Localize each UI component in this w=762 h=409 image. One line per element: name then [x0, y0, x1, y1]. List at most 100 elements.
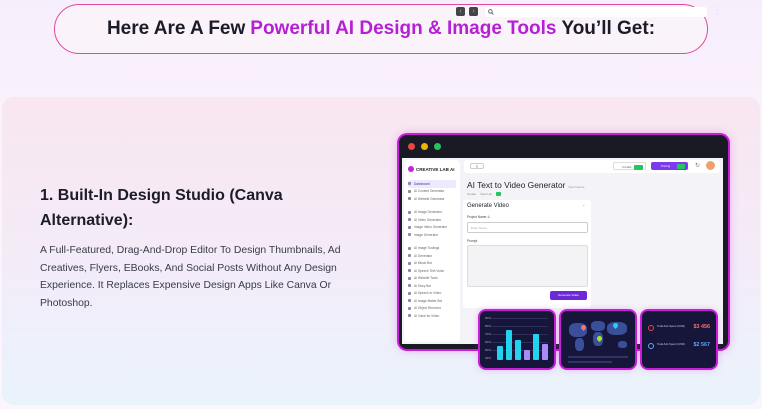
sidebar-item-label: AI Voice for Video [414, 313, 440, 318]
grid-line [492, 318, 548, 319]
sidebar-item: Dashboard [408, 180, 456, 188]
map-card [561, 311, 635, 368]
sidebar-item-label: AI Music Bot [414, 261, 432, 266]
headline-accent: Powerful AI Design & Image Tools [250, 18, 557, 39]
sidebar-item-label: AI Website Generator [414, 196, 445, 201]
map-legend [568, 356, 628, 358]
stat-row: Total Ads Spent (USD) $2 567 [648, 340, 710, 354]
sidebar-item-icon [408, 306, 411, 310]
sidebar-item: AI Story Bot [408, 282, 456, 290]
sidebar-item-icon [408, 276, 411, 280]
pricing-button: Pricing [651, 162, 688, 170]
stats-card: Total Ads Spent (USD) $3 456 Total Ads S… [642, 311, 716, 368]
chart-bar [542, 344, 548, 360]
url-bar [485, 7, 707, 17]
sidebar-item: AI Music Bot [408, 260, 456, 268]
sidebar-item-icon [408, 189, 411, 193]
project-name-input: Enter Name [467, 222, 588, 233]
sidebar-item-label: AI Image Generator [414, 210, 442, 215]
sidebar-item-label: AI Speech Text Voice [414, 268, 445, 273]
maximize-dot-icon [434, 143, 441, 150]
sidebar-item-icon [408, 314, 411, 318]
sidebar-item-label: AI Object Remover [414, 306, 441, 311]
sidebar-list: Dashboard AI Content Generator AI Website … [408, 180, 456, 320]
page-title-note: New feature [568, 185, 585, 189]
stat-value: $3 456 [693, 324, 711, 330]
sidebar-item-icon [408, 210, 411, 214]
credits-button: Credits [613, 162, 646, 170]
pricing-badge [677, 163, 685, 169]
map-region [618, 341, 627, 348]
app-sidebar: CREATIVE LAB AI Dashboard AI Content Gene… [404, 160, 460, 342]
prompt-label: Prompt [467, 239, 478, 243]
app-logo: CREATIVE LAB AI [408, 166, 456, 172]
stat-label: Total Ads Spent (USD) [657, 324, 685, 328]
credits-label: Credits [622, 165, 632, 169]
generate-video-button: Generate Video [550, 291, 587, 300]
brand-name: CREATIVE LAB AI [416, 166, 455, 172]
sidebar-item-label: AI Content Generator [414, 189, 445, 194]
panel-title: Generate Video [467, 203, 509, 209]
back-icon: ‹ [456, 7, 465, 16]
sidebar-item-icon [408, 218, 411, 222]
sidebar-item: AI Voice for Video [408, 312, 456, 320]
sidebar-item: AI Video Generator [408, 216, 456, 224]
sidebar-item-icon [408, 284, 411, 288]
sidebar-item-icon [408, 197, 411, 201]
tab-view-list: View List [480, 192, 492, 196]
sidebar-item: Image Video Generator [408, 224, 456, 232]
sidebar-item-label: Image Video Generator [414, 225, 448, 230]
sidebar-item-label: AI Speech to Video [414, 291, 442, 296]
chart-tick: 50% [485, 348, 492, 352]
sidebar-item: AI Image Generator [408, 209, 456, 217]
sidebar-item-label: AI Generator [414, 253, 433, 258]
page-title-text: AI Text to Video Generator [467, 180, 566, 190]
sidebar-item: AI Website Tools [408, 275, 456, 283]
project-name-label: Project Name ① [467, 215, 491, 219]
close-dot-icon [408, 143, 415, 150]
sidebar-item-icon [408, 225, 411, 229]
credits-badge [634, 164, 643, 170]
feature-title: 1. Built-In Design Studio (Canva Alterna… [40, 187, 283, 229]
sidebar-item-icon [408, 254, 411, 258]
sidebar-item-icon [408, 291, 411, 295]
stat-value: $2 567 [693, 342, 711, 348]
sidebar-item-icon [408, 233, 411, 237]
headline-prefix: Here Are A Few [106, 18, 246, 39]
chart-tick: 40% [485, 356, 492, 360]
prompt-textarea [467, 245, 588, 287]
chart-tick: 60% [485, 340, 492, 344]
headline-suffix: You’ll Get: [561, 18, 656, 39]
chart-bar [533, 334, 539, 360]
chart-bar [506, 330, 512, 360]
sidebar-item-icon [408, 182, 411, 186]
sidebar-item-label: AI Video Generator [414, 217, 442, 222]
pricing-label: Pricing [661, 164, 671, 168]
tab-badge [495, 192, 501, 196]
sidebar-item-icon [408, 299, 411, 303]
sidebar-item-label: AI Image Toolings [414, 246, 440, 251]
chart-bar [524, 350, 530, 360]
chart-tick: 90% [485, 316, 492, 320]
tab-create: Create [467, 192, 477, 196]
map-region [575, 338, 584, 351]
grid-line [492, 334, 548, 335]
grid-line [492, 326, 548, 327]
avatar [706, 161, 715, 170]
sidebar-item-icon [408, 246, 411, 250]
map-region [591, 321, 605, 331]
sidebar-item: AI Object Remover [408, 305, 456, 313]
page-title: AI Text to Video Generator New feature [467, 180, 585, 190]
sidebar-item-label: AI Story Bot [414, 283, 432, 288]
sidebar-item: AI Speech to Video [408, 290, 456, 298]
sidebar-item-label: Image Generator [414, 232, 439, 237]
page-tabs: Create View List [467, 192, 501, 196]
sidebar-item: AI Website Generator [408, 195, 456, 203]
sidebar-item: AI Generator [408, 252, 456, 260]
sidebar-item: AI Speech Text Voice [408, 267, 456, 275]
chart-bar [497, 346, 503, 360]
sidebar-item-icon [408, 261, 411, 265]
target-icon [648, 325, 654, 331]
chart-bar [515, 340, 521, 360]
sidebar-item: AI Image Maker Bot [408, 297, 456, 305]
